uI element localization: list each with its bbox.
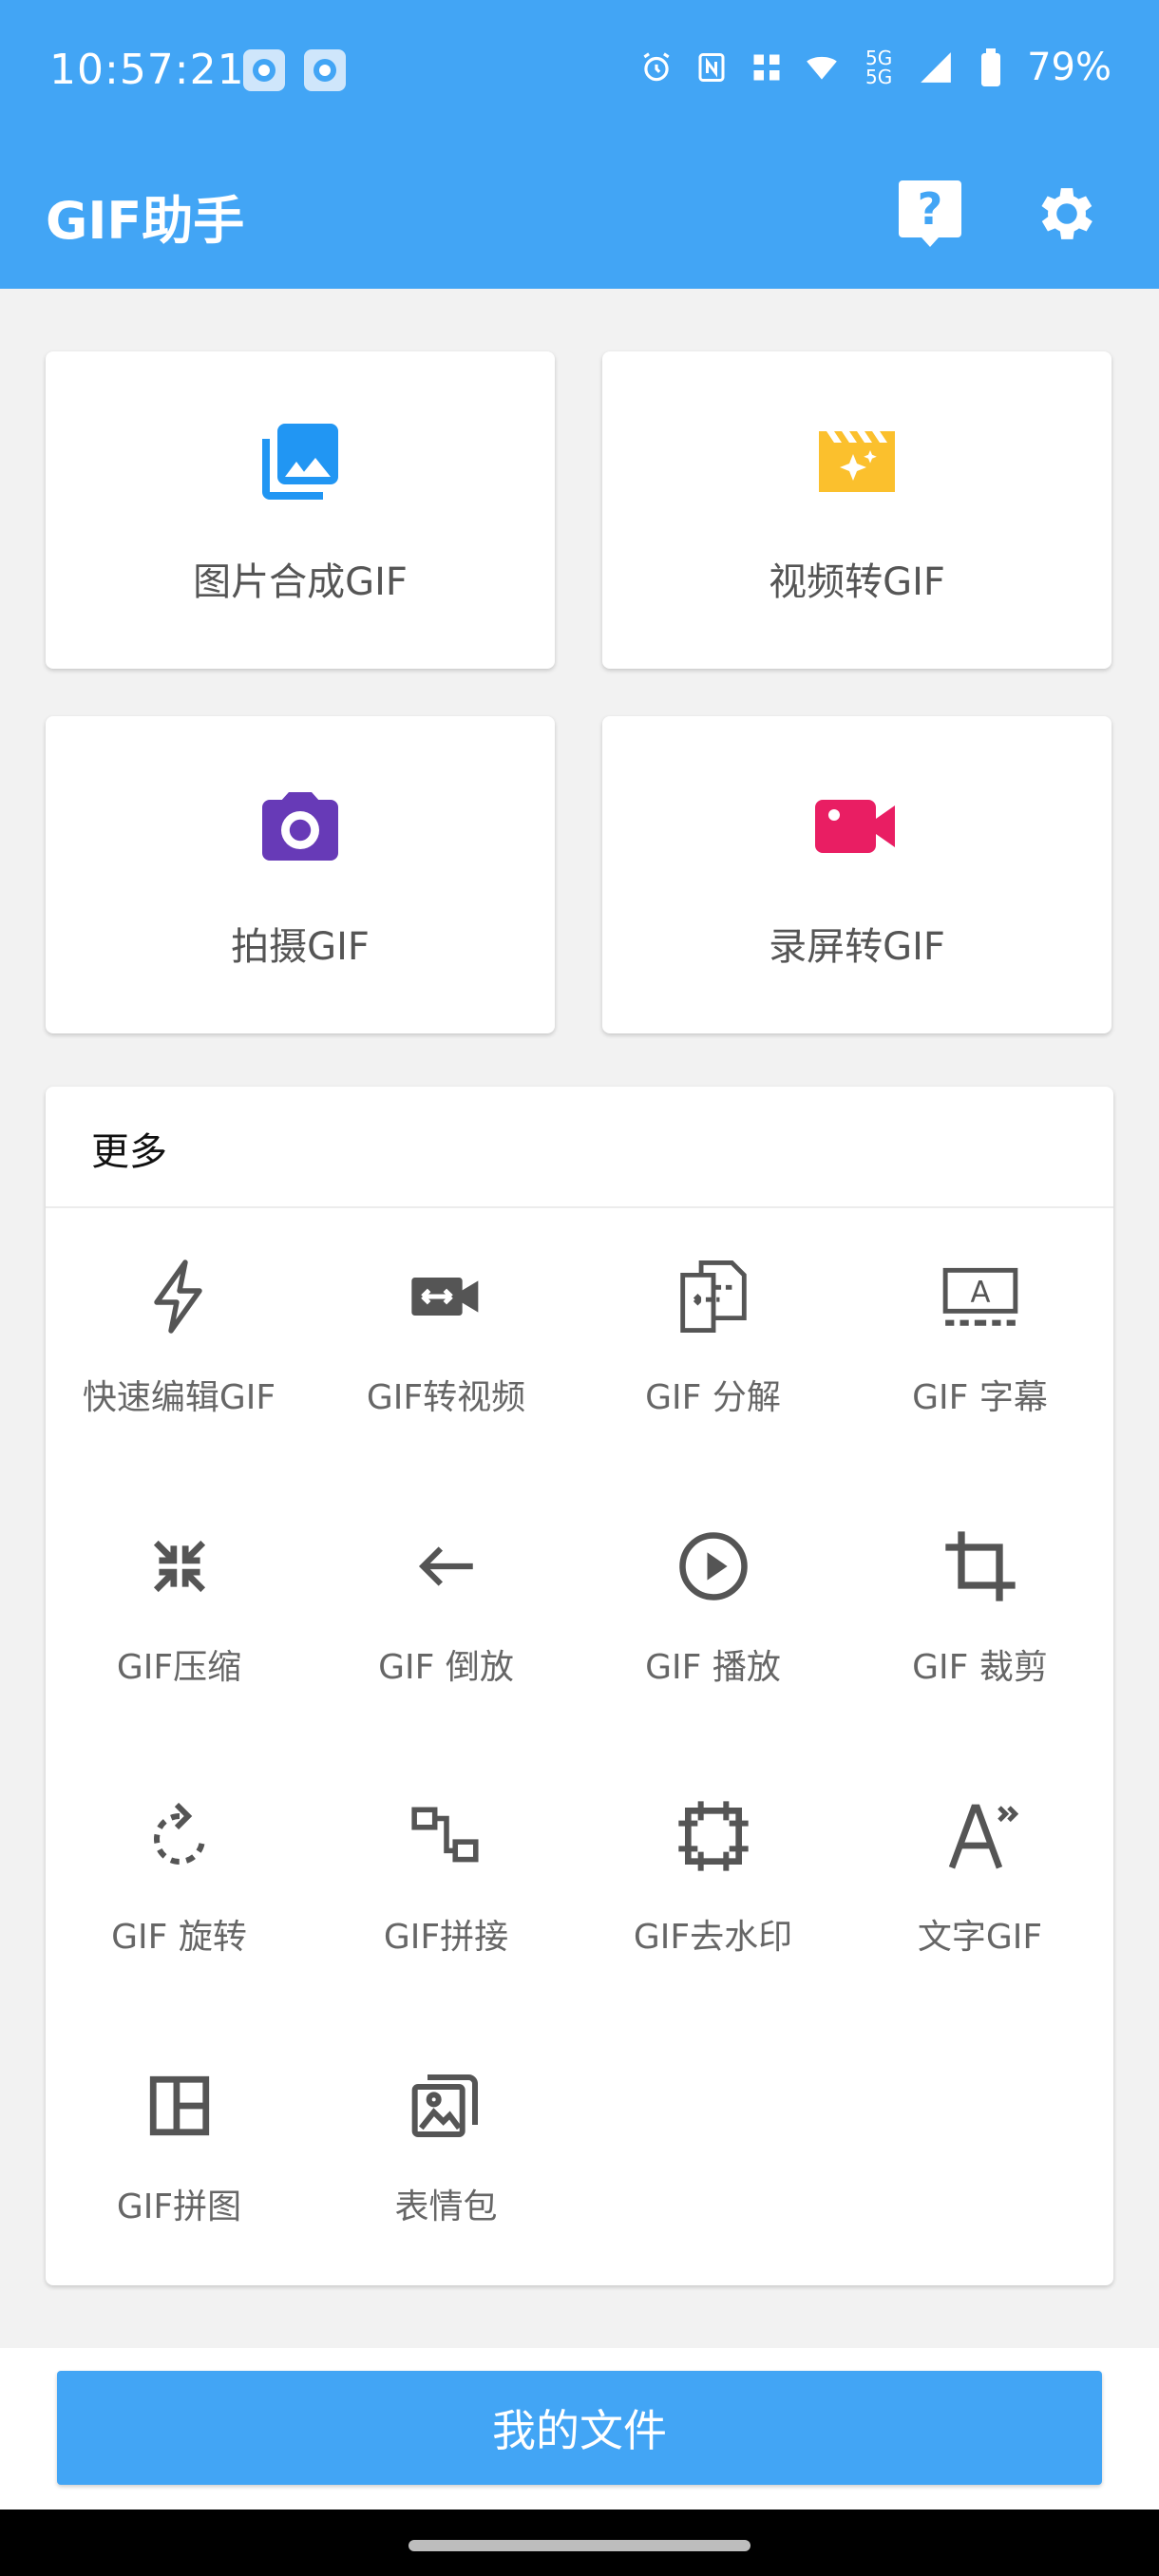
gear-icon [1041, 188, 1092, 239]
tool-gif-collage[interactable]: GIF拼图 [46, 2017, 313, 2287]
flash-icon [139, 1256, 220, 1337]
tool-quick-edit[interactable]: 快速编辑GIF [46, 1208, 313, 1478]
collage-icon [139, 2065, 220, 2147]
nfc-icon [693, 48, 731, 86]
sim-icon [748, 48, 786, 86]
my-files-button[interactable]: 我的文件 [57, 2371, 1102, 2485]
app-title: GIF助手 [46, 191, 245, 251]
tool-gif-play[interactable]: GIF 播放 [580, 1478, 846, 1748]
tool-gif-reverse[interactable]: GIF 倒放 [313, 1478, 580, 1748]
tool-label: GIF压缩 [116, 1648, 242, 1687]
network-label: 5G 5G [864, 47, 893, 88]
tool-gif-subtitle[interactable]: A GIF 字幕 [846, 1208, 1113, 1478]
tool-label: 文字GIF [917, 1918, 1043, 1957]
join-icon [406, 1795, 487, 1877]
svg-text:A: A [970, 1276, 990, 1310]
battery-level: 79% [1027, 46, 1112, 89]
tool-label: GIF拼图 [116, 2188, 242, 2226]
watermark-remove-icon [673, 1795, 754, 1877]
card-shoot-gif[interactable]: 拍摄GIF [46, 716, 555, 1033]
tool-label: GIF 旋转 [111, 1918, 247, 1957]
notification-app-icon [243, 49, 285, 91]
card-images-to-gif[interactable]: 图片合成GIF [46, 351, 555, 669]
battery-icon [972, 48, 1010, 86]
card-label: 录屏转GIF [769, 925, 945, 969]
image-stack-icon [253, 414, 348, 509]
tool-gif-rotate[interactable]: GIF 旋转 [46, 1748, 313, 2017]
card-label: 拍摄GIF [231, 925, 370, 969]
tool-label: 表情包 [394, 2188, 498, 2226]
tool-label: GIF 播放 [645, 1648, 781, 1687]
video-convert-icon [406, 1256, 487, 1337]
section-title: 更多 [91, 1130, 167, 1174]
video-camera-icon [809, 779, 904, 874]
settings-button[interactable] [1024, 171, 1110, 256]
tool-gif-split[interactable]: GIF 分解 [580, 1208, 846, 1478]
tool-gif-remove-watermark[interactable]: GIF去水印 [580, 1748, 846, 2017]
tool-label: GIF转视频 [366, 1378, 526, 1417]
status-time: 10:57:21 [49, 46, 245, 94]
tool-label: GIF去水印 [633, 1918, 793, 1957]
crop-icon [940, 1525, 1021, 1607]
subtitle-icon: A [940, 1256, 1021, 1337]
tool-gif-join[interactable]: GIF拼接 [313, 1748, 580, 2017]
help-button[interactable]: ? [887, 171, 973, 256]
camera-icon [253, 779, 348, 874]
tool-label: 快速编辑GIF [82, 1378, 276, 1417]
rotate-icon [139, 1795, 220, 1877]
app-bar: GIF助手 ? [0, 142, 1159, 289]
tool-label: GIF 字幕 [912, 1378, 1048, 1417]
split-icon [673, 1256, 754, 1337]
wifi-icon [803, 48, 841, 86]
alarm-icon [637, 48, 675, 86]
tool-label: GIF 裁剪 [912, 1648, 1048, 1687]
status-bar: 10:57:21 5G 5G 79% [0, 0, 1159, 142]
home-gesture-handle[interactable] [408, 2540, 750, 2551]
tool-text-gif[interactable]: 文字GIF [846, 1748, 1113, 2017]
tool-label: GIF拼接 [383, 1918, 509, 1957]
signal-icon [917, 48, 955, 86]
tool-label: GIF 分解 [645, 1378, 781, 1417]
play-circle-icon [673, 1525, 754, 1607]
card-label: 视频转GIF [769, 560, 945, 604]
tool-gif-to-video[interactable]: GIF转视频 [313, 1208, 580, 1478]
help-icon: ? [899, 180, 961, 247]
system-nav-bar [0, 2510, 1159, 2576]
text-icon [940, 1795, 1021, 1877]
card-label: 图片合成GIF [193, 560, 408, 604]
tool-sticker[interactable]: 表情包 [313, 2017, 580, 2287]
compress-icon [139, 1525, 220, 1607]
card-screen-record-to-gif[interactable]: 录屏转GIF [602, 716, 1112, 1033]
more-tools-card: 更多 快速编辑GIF GIF转视频 GIF 分解 A GIF 字幕 GIF压缩 … [46, 1087, 1113, 2285]
movie-clapper-icon [809, 414, 904, 509]
arrow-left-icon [406, 1525, 487, 1607]
card-video-to-gif[interactable]: 视频转GIF [602, 351, 1112, 669]
bottom-bar: 我的文件 [0, 2348, 1159, 2510]
tool-gif-crop[interactable]: GIF 裁剪 [846, 1478, 1113, 1748]
status-icons: 5G 5G 79% [637, 46, 1112, 89]
svg-text:?: ? [918, 183, 943, 235]
tool-label: GIF 倒放 [378, 1648, 514, 1687]
notification-app-icon-2 [304, 49, 346, 91]
tool-gif-compress[interactable]: GIF压缩 [46, 1478, 313, 1748]
sticker-icon [406, 2065, 487, 2147]
